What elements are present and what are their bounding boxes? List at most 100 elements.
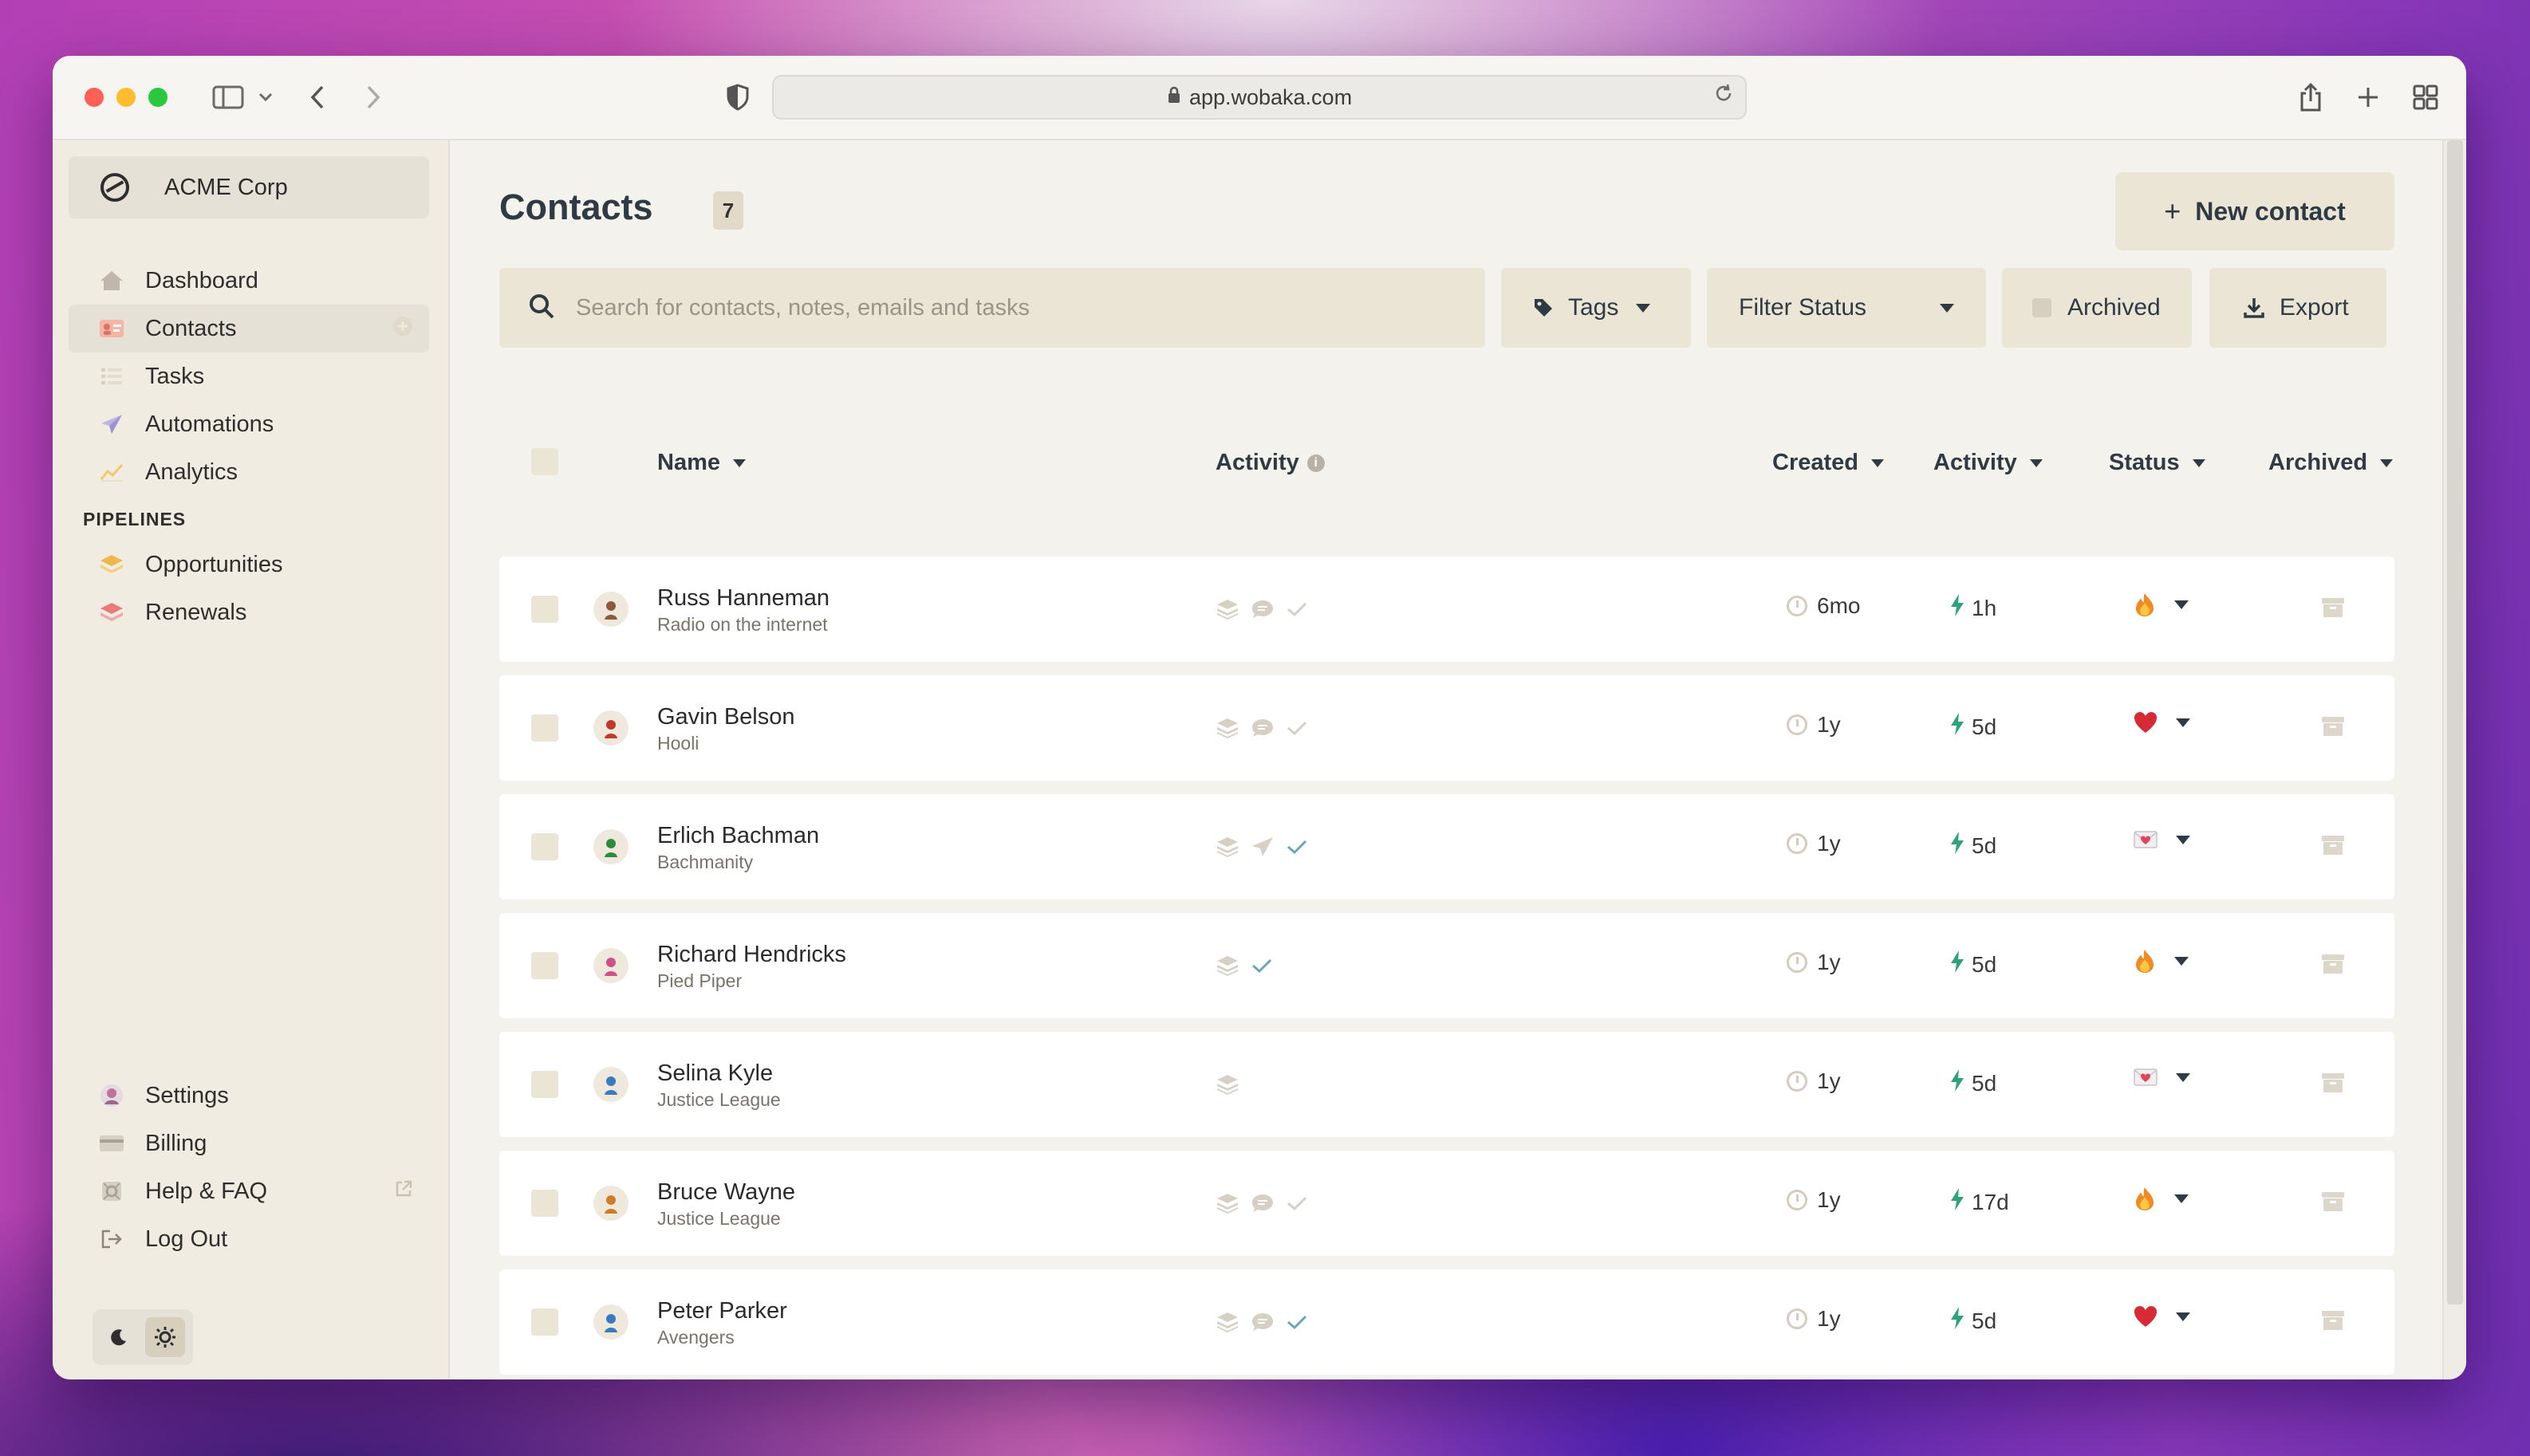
- scrollbar[interactable]: [2442, 140, 2466, 1379]
- activity-icons: [1216, 951, 1284, 980]
- sidebar-item-help[interactable]: Help & FAQ: [69, 1167, 429, 1215]
- external-link-icon: [394, 1179, 413, 1204]
- lightning-icon: [1949, 831, 1965, 861]
- archive-icon[interactable]: [2321, 1072, 2345, 1096]
- table-row[interactable]: Selina Kyle Justice League 1y 5d: [499, 1032, 2394, 1137]
- column-header-status[interactable]: Status: [2109, 450, 2205, 476]
- lightning-icon: [1949, 1187, 1965, 1218]
- sidebar-item-tasks[interactable]: Tasks: [69, 352, 429, 400]
- contact-name[interactable]: Erlich Bachman: [657, 823, 819, 849]
- status-select[interactable]: [2133, 829, 2190, 850]
- status-select[interactable]: [2133, 592, 2189, 617]
- created-cell: 1y: [1787, 1187, 1841, 1213]
- lightning-icon: [1949, 712, 1965, 742]
- privacy-shield-icon[interactable]: [718, 78, 758, 116]
- row-checkbox[interactable]: [531, 1190, 558, 1217]
- theme-toggle[interactable]: [93, 1309, 193, 1365]
- close-window-button[interactable]: [85, 88, 104, 107]
- contact-name[interactable]: Gavin Belson: [657, 704, 795, 730]
- archive-icon[interactable]: [2321, 834, 2345, 858]
- column-header-name[interactable]: Name: [657, 450, 746, 476]
- contacts-card-icon: [97, 317, 126, 340]
- moon-icon[interactable]: [99, 1317, 139, 1357]
- sort-caret-icon: [1871, 458, 1884, 467]
- contact-name[interactable]: Russ Hanneman: [657, 585, 830, 612]
- caret-down-icon: [2176, 718, 2190, 727]
- tags-filter-button[interactable]: Tags: [1501, 268, 1691, 348]
- archive-icon[interactable]: [2321, 1190, 2345, 1214]
- minimize-window-button[interactable]: [116, 88, 136, 107]
- row-checkbox[interactable]: [531, 1308, 558, 1336]
- new-tab-icon[interactable]: [2348, 78, 2388, 116]
- row-checkbox[interactable]: [531, 596, 558, 623]
- add-contact-icon[interactable]: [392, 316, 413, 342]
- contact-name[interactable]: Selina Kyle: [657, 1061, 773, 1087]
- caret-down-icon: [2174, 956, 2189, 966]
- sidebar-item-dashboard[interactable]: Dashboard: [69, 257, 429, 305]
- check-icon: [1286, 719, 1308, 737]
- sidebar-item-logout[interactable]: Log Out: [69, 1215, 429, 1263]
- activity-value: 5d: [1972, 952, 1997, 977]
- select-all-checkbox[interactable]: [531, 448, 558, 475]
- sidebar-item-opportunities[interactable]: Opportunities: [69, 541, 429, 588]
- archive-icon[interactable]: [2321, 1309, 2345, 1333]
- sun-icon[interactable]: [145, 1317, 185, 1357]
- search-bar[interactable]: [499, 268, 1485, 348]
- status-select[interactable]: [2133, 1304, 2190, 1328]
- share-icon[interactable]: [2291, 78, 2331, 116]
- status-filter-select[interactable]: Filter Status: [1707, 268, 1986, 348]
- column-header-archived[interactable]: Archived: [2268, 450, 2394, 476]
- org-switcher[interactable]: ACME Corp: [69, 156, 429, 218]
- table-row[interactable]: Bruce Wayne Justice League 1y 17d: [499, 1151, 2394, 1256]
- archived-filter-toggle[interactable]: Archived: [2002, 268, 2192, 348]
- sidebar-item-settings[interactable]: Settings: [69, 1072, 429, 1120]
- sidebar-item-renewals[interactable]: Renewals: [69, 588, 429, 636]
- new-contact-button[interactable]: + New contact: [2115, 172, 2394, 250]
- column-header-activity[interactable]: Activity: [1933, 450, 2043, 476]
- back-icon[interactable]: [301, 78, 333, 116]
- status-select[interactable]: [2133, 1067, 2190, 1088]
- clock-icon: [1787, 596, 1807, 616]
- forward-icon[interactable]: [357, 78, 389, 116]
- table-row[interactable]: Gavin Belson Hooli 1y 5d: [499, 675, 2394, 781]
- table-row[interactable]: Richard Hendricks Pied Piper 1y 5d: [499, 913, 2394, 1018]
- contact-name[interactable]: Richard Hendricks: [657, 942, 846, 968]
- contact-name[interactable]: Peter Parker: [657, 1298, 787, 1324]
- table-row[interactable]: Peter Parker Avengers 1y 5d: [499, 1269, 2394, 1375]
- scrollbar-thumb[interactable]: [2447, 140, 2463, 1304]
- row-checkbox[interactable]: [531, 952, 558, 979]
- archive-icon[interactable]: [2321, 596, 2345, 620]
- archive-icon[interactable]: [2321, 953, 2345, 977]
- zoom-window-button[interactable]: [148, 88, 167, 107]
- archive-icon[interactable]: [2321, 715, 2345, 739]
- fire-icon: [2133, 948, 2157, 974]
- caret-down-icon: [1636, 303, 1651, 313]
- column-header-created[interactable]: Created: [1772, 450, 1884, 476]
- reload-icon[interactable]: [1713, 83, 1734, 110]
- row-checkbox[interactable]: [531, 1071, 558, 1098]
- status-select[interactable]: [2133, 710, 2190, 734]
- sidebar-item-contacts[interactable]: Contacts: [69, 305, 429, 352]
- export-button[interactable]: Export: [2209, 268, 2386, 348]
- row-checkbox[interactable]: [531, 833, 558, 860]
- search-input[interactable]: [574, 293, 1455, 322]
- tab-overview-icon[interactable]: [2406, 78, 2445, 116]
- activity-value: 5d: [1972, 714, 1997, 739]
- contact-name[interactable]: Bruce Wayne: [657, 1179, 795, 1206]
- sidebar-item-billing[interactable]: Billing: [69, 1120, 429, 1167]
- info-icon[interactable]: i: [1306, 454, 1325, 472]
- status-select[interactable]: [2133, 948, 2189, 974]
- sidebar-toggle-icon[interactable]: [207, 78, 249, 116]
- activity-cell: 5d: [1949, 1068, 1996, 1099]
- archived-checkbox[interactable]: [2032, 298, 2051, 317]
- created-value: 6mo: [1817, 593, 1861, 618]
- status-select[interactable]: [2133, 1186, 2189, 1211]
- sidebar-item-automations[interactable]: Automations: [69, 400, 429, 448]
- table-row[interactable]: Russ Hanneman Radio on the internet 6mo …: [499, 557, 2394, 662]
- address-bar[interactable]: app.wobaka.com: [772, 75, 1747, 120]
- sidebar-item-analytics[interactable]: Analytics: [69, 448, 429, 496]
- chevron-down-icon[interactable]: [254, 78, 278, 116]
- table-row[interactable]: Erlich Bachman Bachmanity 1y 5d: [499, 794, 2394, 899]
- lock-icon: [1167, 86, 1181, 108]
- row-checkbox[interactable]: [531, 714, 558, 742]
